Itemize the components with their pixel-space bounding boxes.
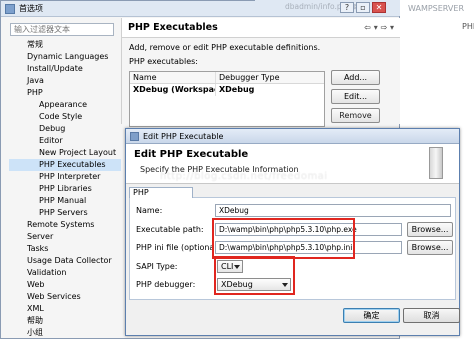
preferences-tree: 常规 Dynamic Languages Install/Update Java PHP… <box>9 39 121 339</box>
cell-debugger: XDebug <box>219 85 255 94</box>
cell-name: XDebug (Workspac... <box>130 84 216 96</box>
executables-label: PHP executables: <box>129 57 198 66</box>
highlight-paths <box>212 218 355 259</box>
server-icon <box>429 147 443 179</box>
add-button[interactable]: Add... <box>331 70 380 85</box>
tree-item[interactable]: Web Services <box>9 291 121 303</box>
minimize-icon[interactable]: ▫ <box>356 2 370 13</box>
tree-item[interactable]: Server <box>9 231 121 243</box>
tree-item[interactable]: 小组 <box>9 327 121 339</box>
tree-item[interactable]: PHP Servers <box>9 207 121 219</box>
tree-item[interactable]: Appearance <box>9 99 121 111</box>
tree-item[interactable]: Debug <box>9 123 121 135</box>
dialog-tabbar: PHP Executable <box>129 187 456 206</box>
tree-item[interactable]: Validation <box>9 267 121 279</box>
tree-item[interactable]: Dynamic Languages <box>9 51 121 63</box>
tree-item[interactable]: PHP Libraries <box>9 183 121 195</box>
tree-item[interactable]: PHP Manual <box>9 195 121 207</box>
remove-button[interactable]: Remove <box>331 108 380 123</box>
col-name[interactable]: Name <box>130 72 216 83</box>
tree-item[interactable]: PHP Interpreter <box>9 171 121 183</box>
edit-php-executable-dialog: Edit PHP Executable Edit PHP Executable … <box>125 128 460 336</box>
dialog-footer: 确定 取消 <box>126 304 460 334</box>
app-icon <box>5 3 15 14</box>
dialog-title: Edit PHP Executable <box>143 131 224 141</box>
dialog-app-icon <box>130 131 139 141</box>
name-field[interactable]: XDebug <box>215 204 451 217</box>
watermark: http://blog.csdn.net/freedomai <box>160 171 328 182</box>
tree-item[interactable]: PHP <box>9 87 121 99</box>
tree-item[interactable]: Tasks <box>9 243 121 255</box>
tree-item[interactable]: Java <box>9 75 121 87</box>
tab-php-executable[interactable]: PHP Executable <box>129 187 193 206</box>
sapi-type-label: SAPI Type: <box>136 262 178 271</box>
tree-item[interactable]: Editor <box>9 135 121 147</box>
exe-path-label: Executable path: <box>136 225 204 234</box>
page-description: Add, remove or edit PHP executable defin… <box>129 43 321 52</box>
tree-item[interactable]: Code Style <box>9 111 121 123</box>
page-title: PHP Executables ⇦ ▾ ⇨ ▾ <box>122 18 400 38</box>
cancel-button[interactable]: 取消 <box>403 308 460 323</box>
tree-item[interactable]: 帮助 <box>9 315 121 327</box>
nav-arrows-icon[interactable]: ⇦ ▾ ⇨ ▾ <box>364 23 394 32</box>
php-debugger-label: PHP debugger: <box>136 280 196 289</box>
executables-table[interactable]: Name Debugger Type XDebug (Workspac... X… <box>129 71 325 127</box>
highlight-debugger <box>214 256 295 295</box>
help-icon[interactable]: ? <box>340 2 354 13</box>
tree-item[interactable]: XML <box>9 303 121 315</box>
tree-item[interactable]: New Project Layout <box>9 147 121 159</box>
dialog-body: Name: XDebug Executable path: D:\wamp\bi… <box>129 198 456 300</box>
background-text: WAMPSERVER <box>408 4 465 13</box>
filter-input[interactable] <box>10 23 114 36</box>
col-debugger-type[interactable]: Debugger Type <box>216 72 324 83</box>
tree-item[interactable]: PHP Executables <box>9 159 121 171</box>
tree-item[interactable]: Usage Data Collector <box>9 255 121 267</box>
close-icon[interactable]: ✕ <box>372 2 386 13</box>
ini-file-label: PHP ini file (optional): <box>136 243 223 252</box>
background-text-2: PHP <box>462 22 474 31</box>
preferences-title: 首选项 <box>19 4 43 13</box>
tree-item[interactable]: Remote Systems <box>9 219 121 231</box>
table-header: Name Debugger Type <box>130 72 324 84</box>
edit-button[interactable]: Edit... <box>331 89 380 104</box>
dialog-header-title: Edit PHP Executable <box>134 149 249 160</box>
tree-item[interactable]: Install/Update <box>9 63 121 75</box>
browse-exe-button[interactable]: Browse... <box>407 222 453 237</box>
table-row[interactable]: XDebug (Workspac... XDebug <box>130 84 324 96</box>
dialog-titlebar: Edit PHP Executable <box>126 129 459 144</box>
browse-ini-button[interactable]: Browse... <box>407 240 453 255</box>
tree-item[interactable]: Web <box>9 279 121 291</box>
name-label: Name: <box>136 206 163 215</box>
page-title-text: PHP Executables <box>128 22 218 33</box>
tree-item[interactable]: 常规 <box>9 39 121 51</box>
ok-button[interactable]: 确定 <box>343 308 400 323</box>
